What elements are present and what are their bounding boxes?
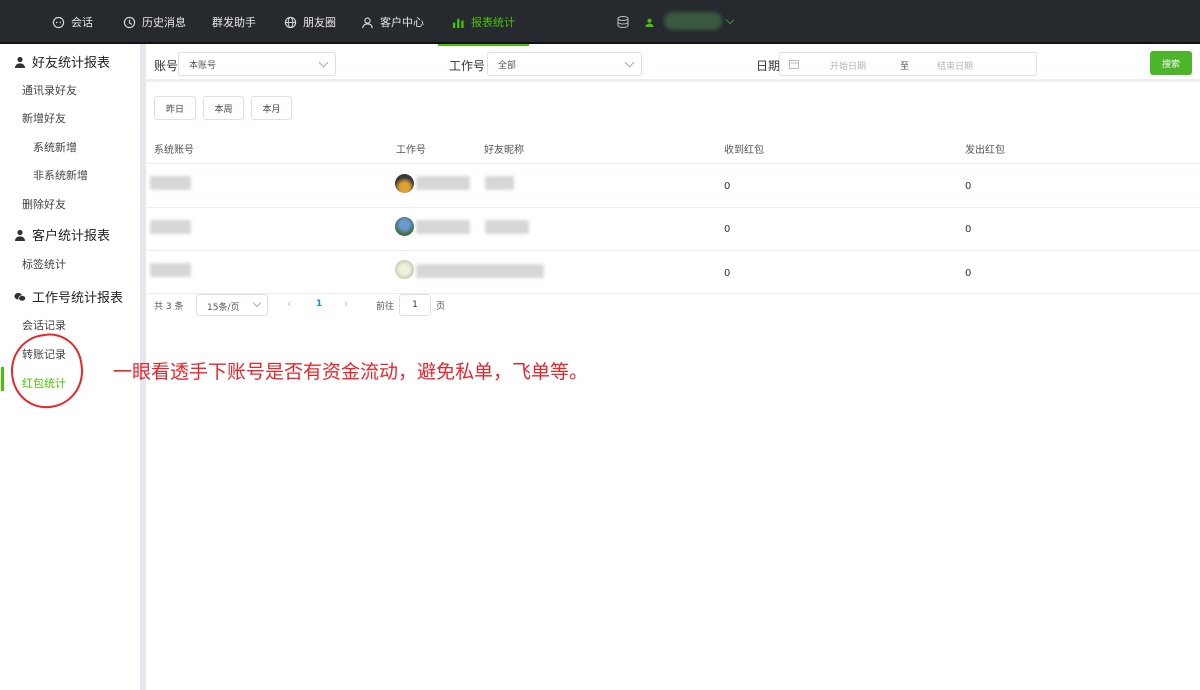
work-id-redacted: [416, 264, 544, 278]
goto-label: 前往: [376, 302, 395, 312]
clock-icon: [123, 16, 136, 28]
page-suffix: 页: [436, 302, 446, 312]
top-nav: 会话 历史消息 群发助手 朋友圈 客户中心 报表统计: [0, 0, 1200, 46]
sidebar-group-label: 工作号统计报表: [32, 291, 124, 306]
sidebar-group-customers[interactable]: 客户统计报表: [14, 225, 110, 244]
table-divider: [146, 163, 1200, 164]
next-page-icon[interactable]: ›: [344, 297, 348, 310]
table-divider: [146, 293, 1200, 294]
nav-chat-label: 会话: [71, 16, 93, 29]
page-size-value: 15条/页: [207, 303, 240, 313]
sidebar-group-label: 好友统计报表: [32, 56, 111, 71]
nav-moments-label: 朋友圈: [303, 16, 336, 29]
prev-page-icon[interactable]: ‹: [287, 297, 291, 310]
table-divider: [146, 250, 1200, 251]
filter-bar: 账号 本账号 工作号 全部 日期 开始日期 至 结束日期 搜索: [146, 44, 1200, 82]
received-value: 0: [724, 181, 731, 192]
date-end-input[interactable]: 结束日期: [937, 59, 973, 72]
goto-page-input[interactable]: 1: [399, 294, 431, 316]
user-status-icon: [645, 18, 654, 27]
workid-label: 工作号: [449, 59, 486, 73]
nickname-redacted: [485, 176, 514, 190]
range-this-week-button[interactable]: 本周: [203, 96, 244, 120]
avatar: [395, 217, 414, 236]
sidebar-group-label: 客户统计报表: [32, 229, 111, 244]
chevron-down-icon: [624, 57, 635, 68]
nav-broadcast[interactable]: 群发助手: [212, 0, 256, 44]
chevron-down-icon: [318, 57, 329, 68]
sidebar-item-non-system-new[interactable]: 非系统新增: [33, 167, 88, 183]
chevron-down-icon: [252, 298, 262, 308]
chevron-down-icon[interactable]: [725, 15, 735, 25]
search-button[interactable]: 搜索: [1150, 51, 1192, 75]
avatar: [395, 260, 414, 279]
work-id-redacted: [416, 220, 470, 234]
account-select-value: 本账号: [189, 61, 217, 71]
nav-reports-label: 报表统计: [471, 16, 515, 29]
account-redacted: [150, 263, 191, 277]
nickname-redacted: [485, 220, 529, 234]
globe-icon: [284, 16, 297, 28]
page-size-select[interactable]: 15条/页: [196, 294, 268, 316]
workid-select[interactable]: 全部: [487, 52, 642, 76]
sidebar-item-deleted-friends[interactable]: 删除好友: [22, 196, 66, 212]
date-label: 日期: [756, 59, 781, 73]
nav-customers-label: 客户中心: [380, 16, 424, 29]
sent-value: 0: [965, 224, 972, 235]
received-value: 0: [724, 224, 731, 235]
active-indicator: [1, 367, 4, 391]
work-id-redacted: [416, 176, 470, 190]
sidebar-item-new-friends[interactable]: 新增好友: [22, 110, 66, 126]
range-this-month-button[interactable]: 本月: [251, 96, 292, 120]
sent-value: 0: [965, 268, 972, 279]
calendar-icon: [789, 60, 799, 69]
sidebar-item-tags[interactable]: 标签统计: [22, 256, 66, 272]
workid-select-value: 全部: [498, 61, 517, 71]
account-label: 账号: [154, 59, 179, 73]
nav-broadcast-label: 群发助手: [212, 16, 256, 29]
sent-value: 0: [965, 181, 972, 192]
column-header-sent-red-packets: 发出红包: [965, 145, 1005, 156]
sidebar-group-friends[interactable]: 好友统计报表: [14, 52, 110, 71]
column-header-friend-nickname: 好友昵称: [484, 145, 524, 156]
database-icon[interactable]: [617, 16, 629, 28]
pagination-total: 共 3 条: [154, 302, 184, 312]
account-select[interactable]: 本账号: [178, 52, 336, 76]
chat-icon: [52, 16, 65, 28]
person-icon: [15, 56, 25, 68]
received-value: 0: [724, 268, 731, 279]
person-icon: [15, 229, 25, 241]
column-header-work-id: 工作号: [396, 145, 426, 156]
account-redacted: [150, 220, 191, 234]
range-yesterday-button[interactable]: 昨日: [154, 96, 196, 120]
nav-history-label: 历史消息: [142, 16, 186, 29]
date-range-picker[interactable]: 开始日期 至 结束日期: [779, 52, 1037, 76]
nav-chat[interactable]: 会话: [52, 0, 93, 44]
current-page[interactable]: 1: [316, 299, 322, 309]
account-redacted: [150, 176, 191, 190]
avatar: [395, 174, 414, 193]
date-separator: 至: [900, 62, 910, 72]
bar-chart-icon: [452, 18, 464, 28]
nav-history[interactable]: 历史消息: [123, 0, 186, 44]
wechat-icon: [14, 292, 26, 301]
annotation-text: 一眼看透手下账号是否有资金流动，避免私单，飞单等。: [113, 361, 589, 383]
nav-reports[interactable]: 报表统计: [438, 0, 529, 46]
sidebar-group-workids[interactable]: 工作号统计报表: [14, 287, 123, 306]
nav-customers[interactable]: 客户中心: [361, 0, 424, 44]
sidebar-item-chat-records[interactable]: 会话记录: [22, 317, 66, 333]
table-divider: [146, 207, 1200, 208]
date-start-input[interactable]: 开始日期: [830, 59, 866, 72]
column-header-received-red-packets: 收到红包: [724, 145, 764, 156]
sidebar-item-contacts[interactable]: 通讯录好友: [22, 82, 77, 98]
user-icon: [362, 16, 373, 28]
nav-moments[interactable]: 朋友圈: [284, 0, 336, 44]
user-name-redacted[interactable]: [664, 12, 722, 30]
sidebar-item-system-new[interactable]: 系统新增: [33, 139, 77, 155]
column-header-system-account: 系统账号: [154, 145, 194, 156]
